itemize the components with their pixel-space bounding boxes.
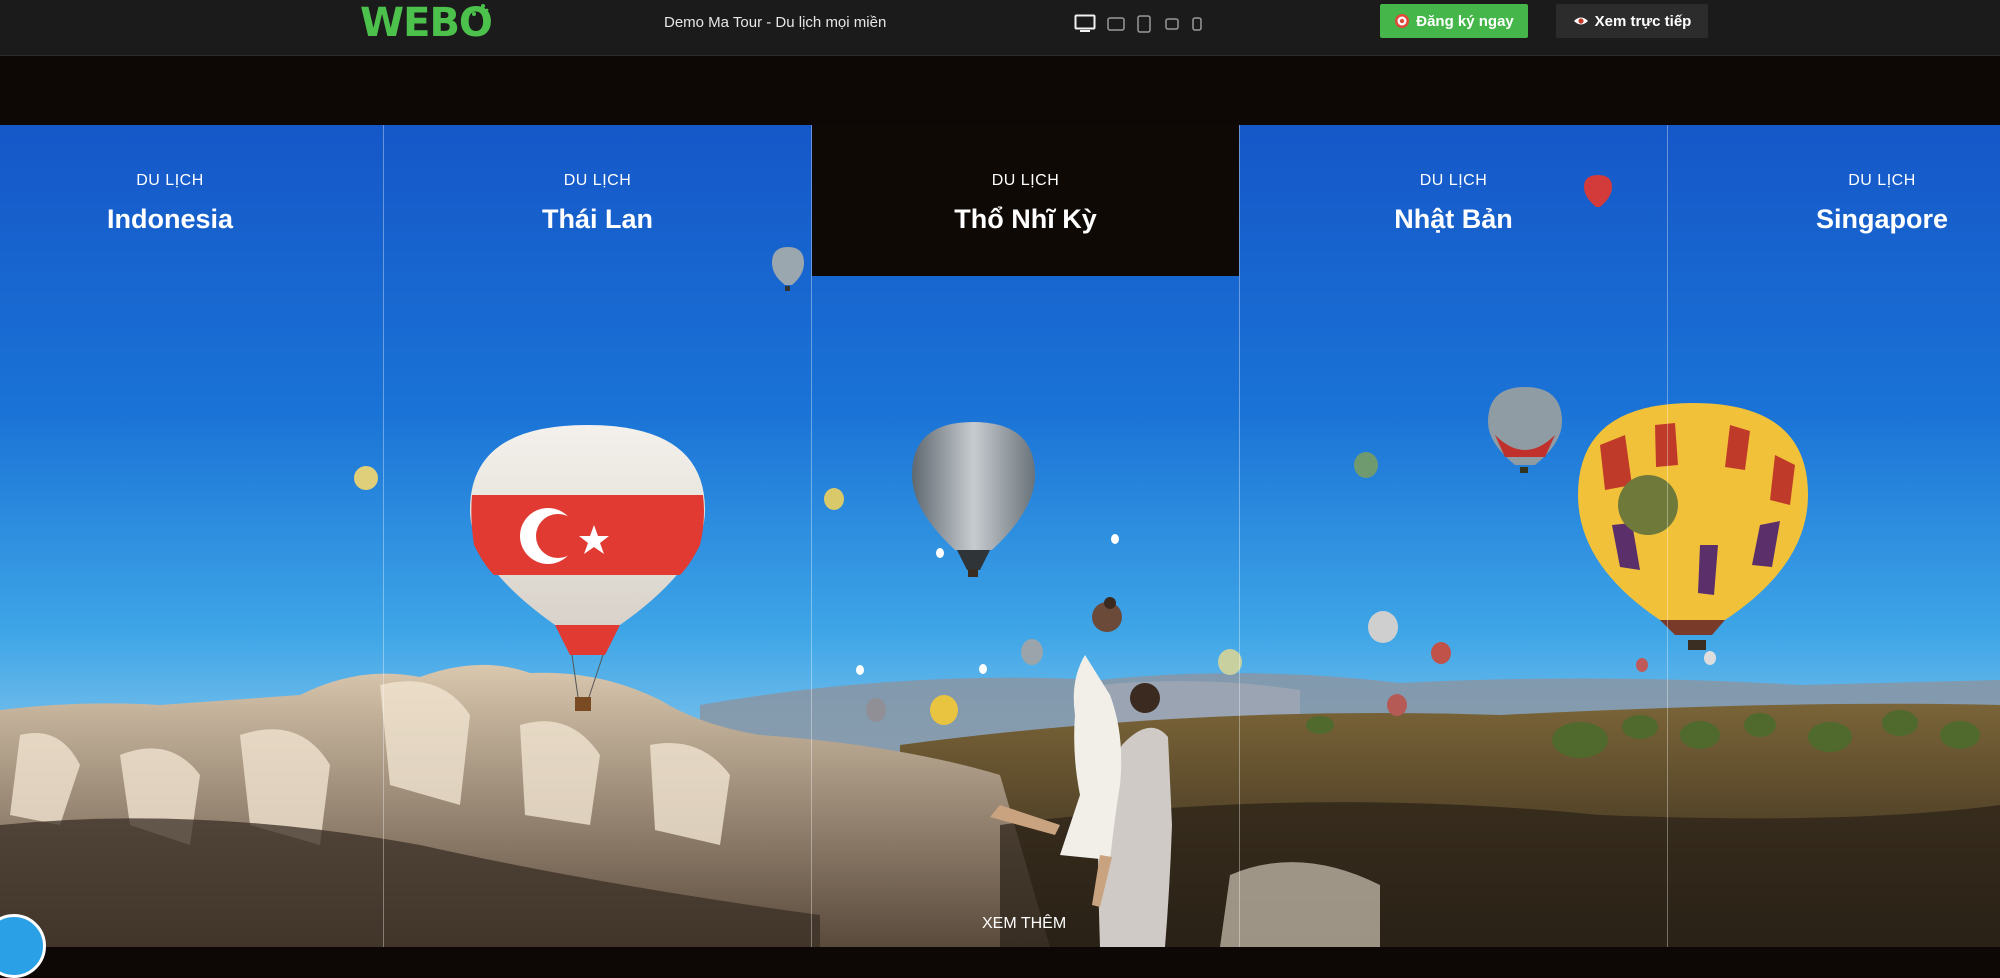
webo-logo[interactable]: WEBO [360, 2, 493, 44]
header-band [0, 56, 2000, 125]
preview-toolbar: WEBO Demo Ma Tour - Du lịch mọi miền Đăn… [0, 0, 2000, 56]
destination-subtitle: DU LỊCH [991, 172, 1060, 189]
destination-japan[interactable]: DU LỊCH Nhật Bản [1240, 125, 1667, 235]
hero-section: DU LỊCH Indonesia DU LỊCH Thái Lan DU LỊ… [0, 125, 2000, 947]
destination-name: Indonesia [106, 204, 234, 234]
eye-icon [1573, 17, 1588, 25]
destination-subtitle: DU LỊCH [1419, 172, 1488, 189]
destination-subtitle: DU LỊCH [136, 172, 204, 189]
live-preview-button[interactable]: Xem trực tiếp [1556, 4, 1708, 38]
destination-thailand[interactable]: DU LỊCH Thái Lan [384, 125, 811, 235]
site-title: Demo Ma Tour - Du lịch mọi miền [664, 14, 887, 31]
destination-name: Thái Lan [541, 204, 653, 234]
live-label: Xem trực tiếp [1594, 12, 1692, 30]
target-icon [1395, 14, 1410, 28]
destination-subtitle: DU LỊCH [563, 172, 632, 189]
tablet-landscape-icon[interactable] [1106, 12, 1126, 36]
register-label: Đăng ký ngay [1416, 12, 1514, 30]
mobile-portrait-icon[interactable] [1190, 12, 1204, 36]
destination-subtitle: DU LỊCH [1848, 172, 1916, 189]
destination-indonesia[interactable]: DU LỊCH Indonesia [0, 125, 340, 235]
column-divider [383, 125, 384, 947]
tablet-portrait-icon[interactable] [1136, 12, 1152, 36]
destination-name: Singapore [1815, 204, 1949, 234]
column-divider [1667, 125, 1668, 947]
logo-dots-icon [472, 4, 489, 18]
destination-singapore[interactable]: DU LỊCH Singapore [1668, 125, 2000, 235]
see-more-link[interactable]: XEM THÊM [982, 915, 1066, 933]
register-button[interactable]: Đăng ký ngay [1380, 4, 1528, 38]
destination-name: Thổ Nhĩ Kỳ [954, 204, 1097, 234]
mobile-landscape-icon[interactable] [1164, 12, 1180, 36]
desktop-icon[interactable] [1072, 12, 1098, 36]
column-divider [1239, 125, 1240, 947]
destination-name: Nhật Bản [1394, 204, 1513, 234]
destination-turkey[interactable]: DU LỊCH Thổ Nhĩ Kỳ [812, 125, 1239, 276]
